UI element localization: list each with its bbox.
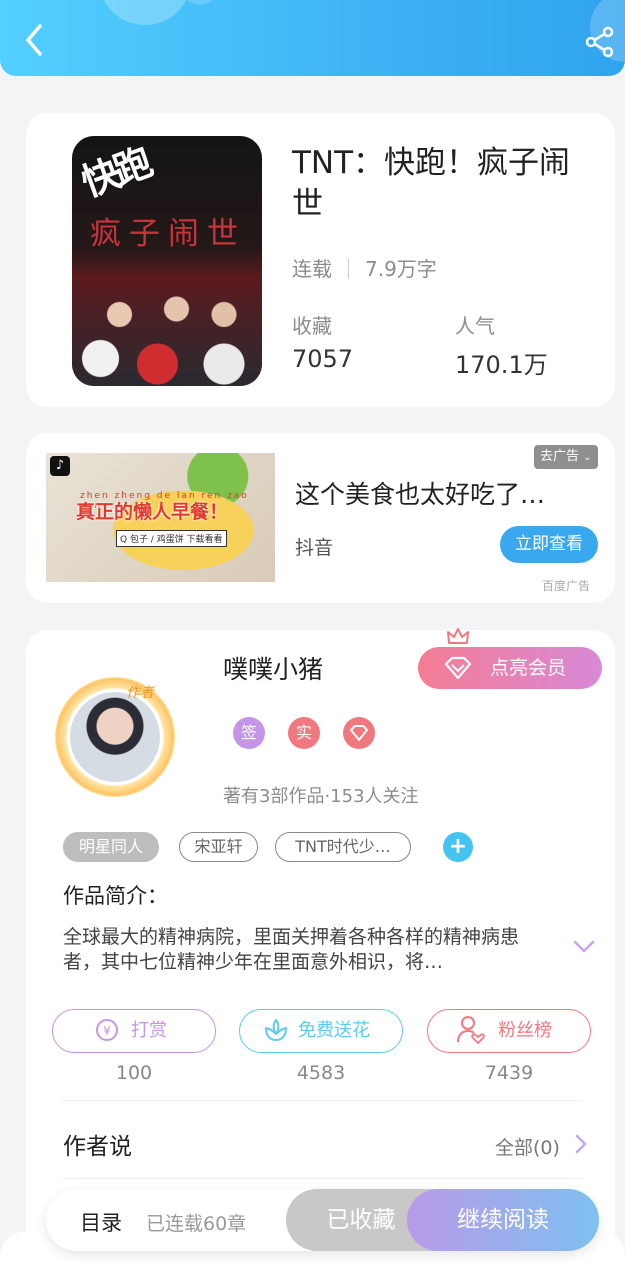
yen-icon: ¥: [95, 1010, 119, 1065]
divider: [63, 1178, 582, 1179]
author-avatar[interactable]: [70, 692, 160, 782]
crown-icon: [447, 628, 469, 644]
diamond-icon: [444, 656, 472, 680]
verified-badge: 实: [288, 717, 320, 749]
author-says-all-link[interactable]: 全部(0): [495, 1133, 560, 1160]
decor-bubble: [100, 0, 190, 25]
add-tag-button[interactable]: +: [443, 832, 473, 862]
divider: [348, 259, 349, 279]
ad-image[interactable]: ♪ zhen zheng de lan ren zao can 真正的懒人早餐！…: [46, 453, 275, 582]
flower-count: 4583: [296, 1062, 346, 1084]
book-cover[interactable]: 快跑 疯子闹世: [72, 136, 262, 386]
continue-reading-button[interactable]: 继续阅读: [407, 1189, 599, 1251]
author-card: 作者 噗噗小猪 点亮会员 签 实 著有3部作品·153人关注 明星同人 宋亚轩 …: [26, 628, 615, 1260]
author-meta: 著有3部作品·153人关注: [223, 786, 419, 807]
vip-button[interactable]: 点亮会员: [418, 647, 602, 689]
remove-ad-label: 去广告: [540, 449, 580, 464]
chevron-down-icon: ⌄: [583, 452, 592, 463]
send-flower-button[interactable]: 免费送花: [239, 1009, 403, 1053]
decor-bubble: [180, 0, 220, 5]
popularity-value: 170.1万: [455, 351, 548, 379]
vip-label: 点亮会员: [490, 657, 567, 679]
ad-footer-label: 百度广告: [542, 579, 591, 593]
share-icon: [585, 26, 614, 58]
vip-diamond-badge: [343, 717, 375, 749]
chevron-down-icon[interactable]: [572, 938, 596, 956]
author-says-label: 作者说: [63, 1134, 132, 1160]
ad-title: 这个美食也太好吃了…: [295, 480, 546, 509]
svg-text:¥: ¥: [103, 1024, 111, 1038]
toc-button[interactable]: 目录: [80, 1207, 122, 1237]
author-name[interactable]: 噗噗小猪: [223, 650, 323, 686]
tiktok-icon: ♪: [50, 456, 70, 476]
signed-badge: 签: [233, 717, 265, 749]
ad-source: 抖音: [295, 537, 334, 559]
popularity-label: 人气: [455, 314, 495, 338]
bottom-action-bar: 目录 已连载60章 已收藏 继续阅读: [46, 1189, 599, 1251]
tip-label: 打赏: [131, 1020, 167, 1041]
favorites-value: 7057: [292, 345, 354, 373]
author-tag: 作者: [126, 685, 154, 701]
ad-image-caption: 真正的懒人早餐！: [76, 501, 229, 523]
book-info-card: 快跑 疯子闹世 TNT：快跑！疯子闹世 连载 7.9万字 收藏 7057 人气 1…: [26, 113, 615, 407]
user-heart-icon: [456, 1010, 486, 1065]
fan-ranking-button[interactable]: 粉丝榜: [427, 1009, 591, 1053]
tag-category[interactable]: 明星同人: [63, 832, 159, 862]
tag-character[interactable]: 宋亚轩: [179, 832, 258, 862]
word-count: 7.9万字: [365, 257, 437, 281]
share-button[interactable]: [584, 26, 616, 58]
top-header: [0, 0, 625, 76]
send-flower-label: 免费送花: [298, 1020, 370, 1041]
favorites-label: 收藏: [292, 314, 332, 338]
fan-count: 7439: [484, 1062, 534, 1084]
book-title: TNT：快跑！疯子闹世: [292, 145, 571, 222]
remove-ad-button[interactable]: 去广告 ⌄: [534, 445, 598, 469]
flower-icon: [262, 1010, 290, 1065]
cover-subtitle: 疯子闹世: [90, 216, 246, 252]
cover-title: 快跑: [75, 140, 155, 206]
chevron-left-icon: [26, 24, 42, 56]
ad-image-search: Q 包子 / 鸡蛋饼 下载看看: [116, 530, 227, 547]
intro-label: 作品简介：: [63, 884, 168, 908]
ad-view-button[interactable]: 立即查看: [500, 526, 598, 563]
tag-group[interactable]: TNT时代少…: [275, 832, 411, 862]
diamond-icon: [350, 725, 368, 741]
fan-ranking-label: 粉丝榜: [498, 1020, 552, 1041]
chevron-right-icon[interactable]: [574, 1133, 588, 1155]
tip-button[interactable]: ¥ 打赏: [52, 1009, 216, 1053]
chapter-count[interactable]: 已连载60章: [146, 1209, 246, 1236]
tip-count: 100: [115, 1062, 153, 1084]
intro-text[interactable]: 全球最大的精神病院，里面关押着各种各样的精神病患者，其中七位精神少年在里面意外相…: [63, 925, 543, 975]
serial-status: 连载: [292, 257, 332, 281]
divider: [63, 1100, 582, 1101]
ad-card[interactable]: ♪ zhen zheng de lan ren zao can 真正的懒人早餐！…: [26, 433, 615, 603]
back-button[interactable]: [20, 22, 50, 58]
cover-photo: [72, 276, 262, 386]
book-status: 连载 7.9万字: [292, 253, 437, 282]
